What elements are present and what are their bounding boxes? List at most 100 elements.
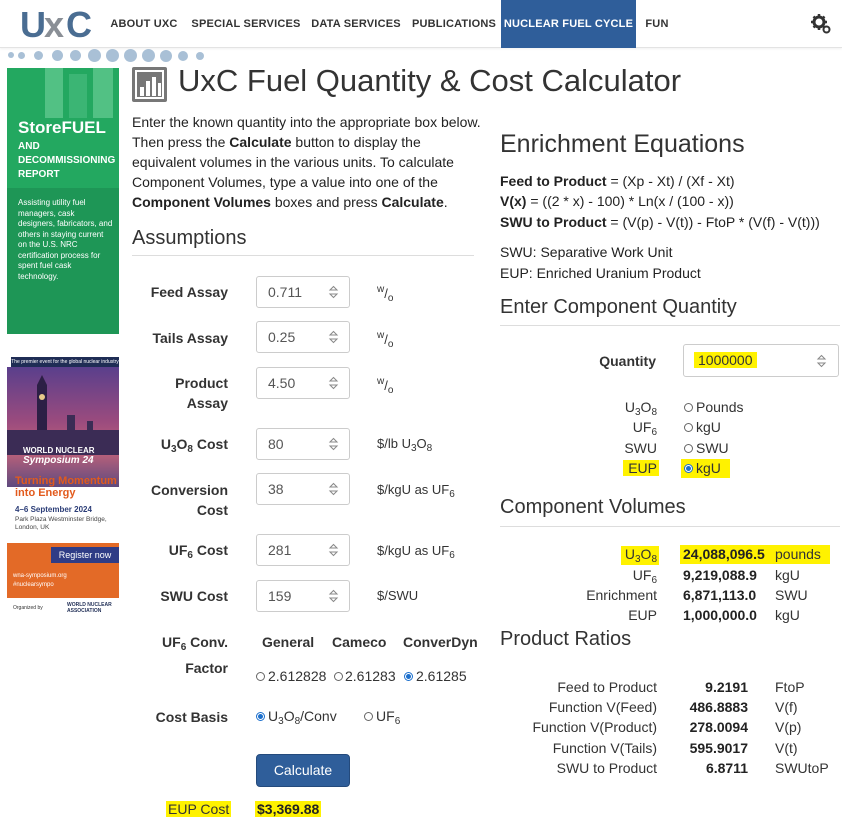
ad-wns-web2: #nuclearsympo [13, 582, 54, 588]
component-volumes-title: Component Volumes [500, 496, 686, 518]
qty-option-uf6-radio[interactable] [684, 423, 693, 432]
nav-special-services[interactable]: SPECIAL SERVICES [187, 0, 305, 48]
ad-storefuel-body: Assisting utility fuel managers, cask de… [18, 198, 113, 281]
eq-feed-to-product: Feed to Product = (Xp - Xt) / (Xf - Xt) [500, 173, 735, 189]
feed-assay-input[interactable]: 0.711 [256, 276, 350, 308]
wns-ad-banner[interactable]: The premier event for the global nuclear… [7, 355, 119, 623]
big-ben-icon [7, 375, 119, 455]
ad-wns-org-name2: ASSOCIATION [67, 608, 102, 614]
ad-wns-organised-by: Organized by [13, 605, 43, 611]
quantity-value: 1000000 [694, 352, 757, 368]
storefuel-ad-banner[interactable]: StoreFUEL AND DECOMMISSIONING REPORT Ass… [7, 68, 119, 334]
ad-wns-dates: 4–6 September 2024 [15, 505, 92, 514]
cv-u3o8-label: U3O8 [621, 546, 659, 565]
ad-wns-web1: wna-symposium.org [13, 573, 67, 579]
product-assay-input[interactable]: 4.50 [256, 367, 350, 399]
spinner-icon[interactable] [328, 589, 339, 603]
feed-assay-unit: w/o [377, 284, 394, 304]
assumptions-title: Assumptions [132, 227, 247, 249]
uf6-cost-input[interactable]: 281 [256, 534, 350, 566]
component-quantity-divider [500, 325, 840, 326]
conv-factor-general-radio[interactable] [256, 672, 265, 681]
qty-option-u3o8-label: U3O8 [624, 399, 657, 418]
feed-assay-label: Feed Assay [150, 284, 228, 300]
qty-option-u3o8-unit: Pounds [696, 399, 744, 415]
london-photo [7, 367, 119, 487]
gear-icon[interactable] [810, 13, 832, 35]
component-volumes-divider [500, 526, 840, 527]
nav-nuclear-fuel-cycle[interactable]: NUCLEAR FUEL CYCLE [501, 0, 636, 48]
feed-assay-value: 0.711 [268, 284, 302, 300]
conv-factor-converdyn-radio[interactable] [404, 672, 413, 681]
ad-wns-venue: Park Plaza Westminster Bridge, London, U… [15, 516, 107, 531]
qty-option-u3o8-radio[interactable] [684, 403, 693, 412]
swu-cost-input[interactable]: 159 [256, 580, 350, 612]
qty-option-swu-unit: SWU [696, 440, 729, 456]
pr-vfeed-unit: V(f) [775, 699, 798, 715]
spinner-icon[interactable] [328, 482, 339, 496]
nav-data-services[interactable]: DATA SERVICES [307, 0, 405, 48]
cost-basis-uf6-radio[interactable] [364, 712, 373, 721]
pr-vfeed-value: 486.8883 [689, 699, 748, 715]
swu-cost-value: 159 [268, 588, 292, 604]
assumptions-divider [132, 255, 474, 256]
spinner-icon[interactable] [816, 354, 827, 368]
qty-option-uf6-label: UF6 [632, 419, 657, 438]
pr-swu-unit: SWUtoP [775, 760, 829, 776]
conv-factor-header-cameco: Cameco [332, 634, 387, 650]
conversion-cost-value: 38 [268, 481, 284, 497]
u3o8-cost-label: U3O8 Cost [160, 436, 228, 455]
u3o8-cost-unit: $/lb U3O8 [377, 436, 433, 454]
u3o8-cost-input[interactable]: 80 [256, 428, 350, 460]
calculate-button[interactable]: Calculate [256, 754, 350, 787]
nav-fun[interactable]: FUN [638, 0, 676, 48]
ad-wns-logo-line2: Symposium 24 [23, 455, 94, 466]
cost-basis-label: Cost Basis [155, 709, 228, 725]
pr-feed-to-product-unit: FtoP [775, 679, 805, 695]
spinner-icon[interactable] [328, 543, 339, 557]
component-quantity-title: Enter Component Quantity [500, 296, 737, 318]
pr-vproduct-label: Function V(Product) [532, 719, 658, 735]
conv-factor-cameco-radio[interactable] [334, 672, 343, 681]
spinner-icon[interactable] [328, 437, 339, 451]
pr-vproduct-value: 278.0094 [689, 719, 748, 735]
conv-factor-header-general: General [262, 634, 315, 650]
spinner-icon[interactable] [328, 376, 339, 390]
pr-vfeed-label: Function V(Feed) [548, 699, 657, 715]
pr-vtails-value: 595.9017 [689, 740, 748, 756]
cv-u3o8-value: 24,088,096.5 [683, 546, 765, 562]
intro-part4: . [443, 194, 448, 210]
spinner-icon[interactable] [328, 285, 339, 299]
conv-factor-converdyn-value: 2.61285 [416, 668, 467, 684]
qty-option-swu-radio[interactable] [684, 444, 693, 453]
pr-feed-to-product-label: Feed to Product [557, 679, 657, 695]
ad-storefuel-subtitle: AND DECOMMISSIONING REPORT [18, 141, 116, 180]
pr-swu-value: 6.8711 [705, 760, 748, 776]
eup-cost-label: EUP Cost [166, 801, 232, 817]
cost-basis-u3o8-radio[interactable] [256, 712, 265, 721]
tails-assay-label: Tails Assay [152, 330, 229, 346]
qty-option-eup-radio[interactable] [684, 464, 693, 473]
ad-wns-tagline: The premier event for the global nuclear… [11, 357, 119, 367]
quantity-input[interactable]: 1000000 [683, 344, 839, 377]
cv-uf6-label: UF6 [632, 567, 657, 586]
pr-vproduct-unit: V(p) [775, 719, 802, 735]
conversion-cost-input[interactable]: 38 [256, 473, 350, 505]
tails-assay-input[interactable]: 0.25 [256, 321, 350, 353]
nav-about-uxc[interactable]: ABOUT UXC [104, 0, 184, 48]
ad-wns-register-button[interactable]: Register now [51, 547, 119, 563]
uf6-cost-label: UF6 Cost [168, 542, 228, 561]
eup-cost-value: $3,369.88 [255, 801, 322, 817]
bar-chart-icon [132, 67, 167, 102]
uxc-logo[interactable]: U x C [14, 3, 96, 47]
nav-publications[interactable]: PUBLICATIONS [408, 0, 500, 48]
fuel-rod-graphic [45, 68, 113, 118]
uf6-cost-value: 281 [268, 542, 292, 558]
spinner-icon[interactable] [328, 330, 339, 344]
qty-option-eup-label: EUP [623, 460, 659, 476]
cv-eup-label: EUP [628, 607, 657, 623]
logo-letter-u: U [20, 4, 46, 45]
eq-swu-to-product: SWU to Product = (V(p) - V(t)) - FtoP * … [500, 214, 820, 230]
uf6-cost-unit: $/kgU as UF6 [377, 543, 455, 561]
logo-letter-x: x [44, 4, 65, 45]
